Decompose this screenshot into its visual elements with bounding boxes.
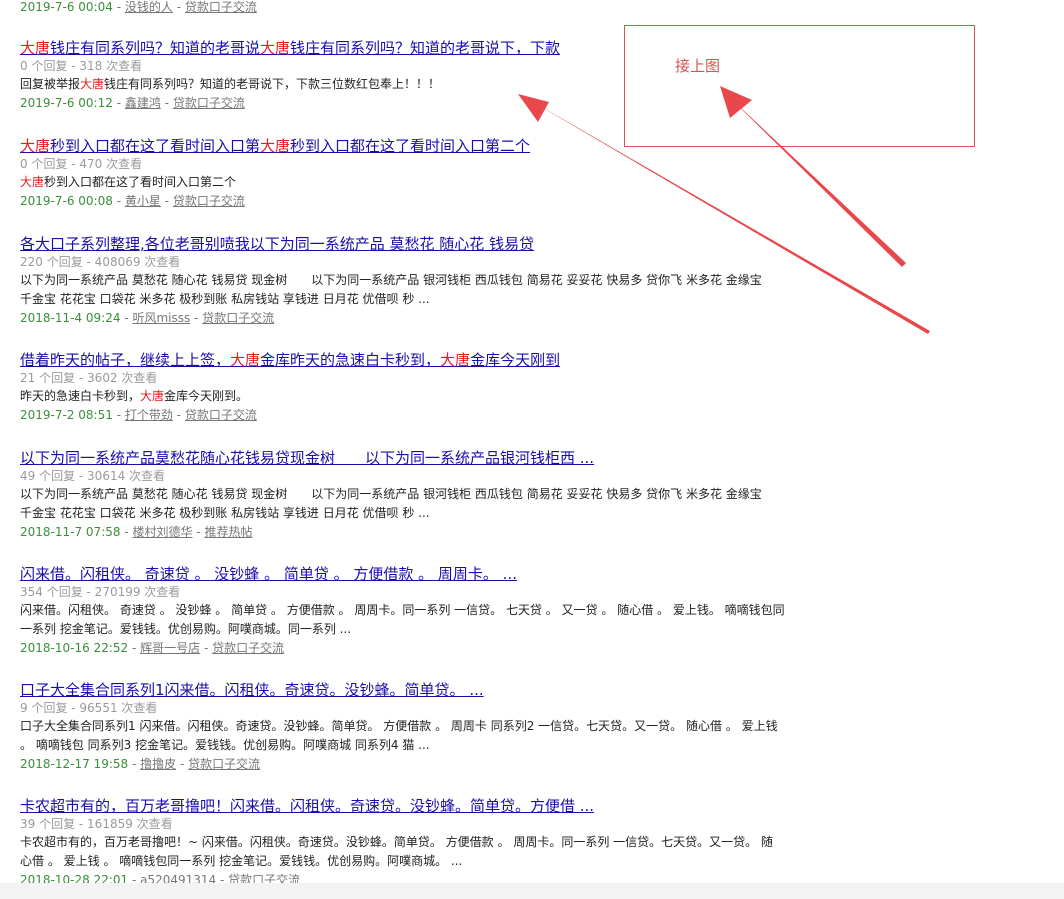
arrow-shaft-1	[521, 95, 930, 334]
arrow-shaft-2	[724, 92, 906, 267]
arrowhead-1	[518, 94, 549, 122]
arrow-to-note	[720, 86, 906, 267]
arrowhead-2	[720, 86, 752, 118]
arrow-to-first-result	[518, 94, 930, 334]
bottom-scroll-area	[0, 883, 1064, 899]
annotation-arrows	[518, 86, 930, 334]
